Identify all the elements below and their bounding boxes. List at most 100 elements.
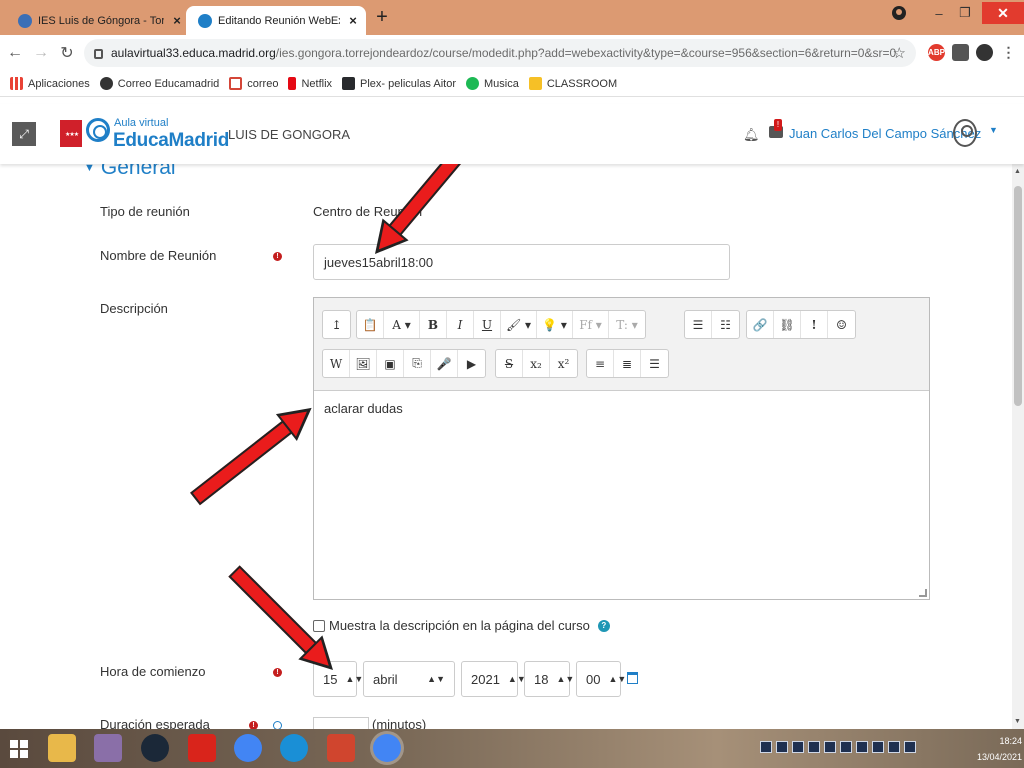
comunidad-madrid-logo[interactable]: ★★★: [60, 120, 82, 147]
video-icon[interactable]: ▶: [458, 350, 485, 377]
forward-icon[interactable]: →: [30, 44, 52, 62]
flag-icon[interactable]: [904, 741, 916, 753]
window-close-button[interactable]: ✕: [982, 2, 1024, 24]
tray-icon[interactable]: [792, 741, 804, 753]
highlight-dropdown[interactable]: 💡 ▾: [537, 311, 573, 338]
underline-button[interactable]: U: [474, 311, 501, 338]
expand-icon[interactable]: ⤢: [12, 122, 36, 146]
resize-handle-icon[interactable]: [919, 589, 927, 597]
subscript-button[interactable]: x₂: [523, 350, 550, 377]
presentation-icon[interactable]: [327, 734, 355, 762]
bold-button[interactable]: B: [420, 311, 447, 338]
scroll-up-icon[interactable]: ▲: [1014, 168, 1021, 175]
network-icon[interactable]: [872, 741, 884, 753]
bookmark-correo[interactable]: correo: [229, 77, 278, 90]
manage-files-icon[interactable]: ⎘: [404, 350, 431, 377]
duracion-input[interactable]: [313, 717, 369, 729]
new-tab-button[interactable]: +: [372, 6, 392, 29]
minimize-icon[interactable]: –: [926, 6, 952, 21]
hour-select[interactable]: 18 ▲▼: [524, 661, 574, 697]
bookmark-aplicaciones[interactable]: Aplicaciones: [10, 77, 90, 90]
font-color-dropdown[interactable]: A ▾: [384, 311, 420, 338]
ordered-list-button[interactable]: ☷: [712, 311, 739, 338]
file-explorer-icon[interactable]: [48, 734, 76, 762]
restore-icon[interactable]: ❐: [952, 5, 978, 21]
abp-extension-icon[interactable]: ABP: [928, 44, 945, 61]
show-description-option[interactable]: Muestra la descripción en la página del …: [313, 618, 610, 633]
minute-select[interactable]: 00 ▲▼: [576, 661, 626, 697]
avatar[interactable]: [953, 119, 977, 147]
puzzle-extension-icon[interactable]: [952, 44, 969, 61]
font-size-dropdown[interactable]: T: ▾: [609, 311, 645, 338]
profile-icon[interactable]: [892, 6, 906, 20]
taskbar-clock[interactable]: 18:24 13/04/2021: [962, 733, 1022, 765]
bookmark-correo-educamadrid[interactable]: Correo Educamadrid: [99, 77, 219, 90]
brush-dropdown[interactable]: 🖌 ▾: [501, 311, 537, 338]
align-right-button[interactable]: ☰: [641, 350, 668, 377]
scroll-down-icon[interactable]: ▼: [1014, 718, 1021, 725]
profile-extension-icon[interactable]: [976, 44, 993, 61]
page-scrollbar[interactable]: ▲ ▼: [1012, 164, 1024, 729]
reload-icon[interactable]: ↻: [56, 43, 78, 63]
media-icon[interactable]: ▣: [377, 350, 404, 377]
tab-ies-luis-de-gongora[interactable]: IES Luis de Góngora - Torrejón d ×: [6, 6, 190, 35]
winrar-icon[interactable]: [94, 734, 122, 762]
align-center-button[interactable]: ≣: [614, 350, 641, 377]
section-header-general[interactable]: ▼ General: [84, 164, 176, 180]
superscript-button[interactable]: x²: [550, 350, 577, 377]
acrobat-icon[interactable]: [188, 734, 216, 762]
tray-icon[interactable]: [760, 741, 772, 753]
tray-icon[interactable]: [808, 741, 820, 753]
bookmark-musica[interactable]: Musica: [466, 77, 519, 90]
site-name[interactable]: LUIS DE GONGORA: [228, 127, 350, 142]
word-paste-icon[interactable]: W: [323, 350, 350, 377]
back-icon[interactable]: ←: [4, 44, 26, 62]
tray-icon[interactable]: [856, 741, 868, 753]
paste-icon[interactable]: 📋: [357, 311, 384, 338]
close-icon[interactable]: ×: [170, 13, 184, 28]
align-left-button[interactable]: ≡: [587, 350, 614, 377]
address-bar[interactable]: aulavirtual33.educa.madrid.org/ies.gongo…: [84, 39, 916, 67]
steam-icon[interactable]: [141, 734, 169, 762]
italic-button[interactable]: I: [447, 311, 474, 338]
chevron-down-icon[interactable]: ▼: [989, 125, 998, 135]
special-char-button[interactable]: !: [801, 311, 828, 338]
tray-icon[interactable]: [824, 741, 836, 753]
year-select[interactable]: 2021 ▲▼: [461, 661, 526, 697]
toolbar-collapse-button[interactable]: ↥: [323, 311, 350, 338]
logo-small-text[interactable]: Aula virtual: [114, 117, 168, 129]
menu-kebab-icon[interactable]: ⋮: [1000, 44, 1017, 61]
tray-icon[interactable]: [776, 741, 788, 753]
help-icon[interactable]: ?: [597, 619, 610, 632]
description-textarea[interactable]: aclarar dudas: [324, 401, 403, 416]
spotify-icon: [466, 77, 480, 90]
tab-editando-reunion-webex[interactable]: Editando Reunión WebEx (WebE ×: [186, 6, 366, 35]
educamadrid-ring-logo[interactable]: [86, 118, 110, 142]
bookmark-classroom[interactable]: CLASSROOM: [528, 77, 617, 90]
tray-icon[interactable]: [840, 741, 852, 753]
volume-icon[interactable]: [888, 741, 900, 753]
chrome-icon[interactable]: [373, 734, 401, 762]
scroll-thumb[interactable]: [1014, 186, 1022, 406]
emoticon-button[interactable]: ☺: [828, 311, 855, 338]
duracion-unit: (minutos): [372, 717, 427, 729]
month-select[interactable]: abril ▲▼: [363, 661, 455, 697]
edge-icon[interactable]: [280, 734, 308, 762]
unlink-button[interactable]: ⛓: [774, 311, 801, 338]
strikethrough-button[interactable]: S: [496, 350, 523, 377]
bookmark-star-icon[interactable]: ☆: [893, 44, 906, 62]
close-icon[interactable]: ×: [346, 13, 360, 28]
calendar-icon[interactable]: [627, 672, 638, 684]
chrome-profile-icon[interactable]: [234, 734, 262, 762]
bookmark-plex-peliculas-aitor[interactable]: Plex- peliculas Aitor: [342, 77, 456, 90]
bookmark-netflix[interactable]: Netflix: [288, 77, 332, 90]
font-family-dropdown[interactable]: Ff ▾: [573, 311, 609, 338]
unordered-list-button[interactable]: ☰: [685, 311, 712, 338]
windows-start-icon[interactable]: [10, 740, 28, 758]
bell-icon[interactable]: 🔔︎: [743, 127, 760, 143]
logo-big-text[interactable]: EducaMadrid: [113, 130, 229, 152]
microphone-icon[interactable]: 🎤: [431, 350, 458, 377]
image-icon[interactable]: 🖼: [350, 350, 377, 377]
link-button[interactable]: 🔗: [747, 311, 774, 338]
help-icon[interactable]: [273, 721, 282, 729]
